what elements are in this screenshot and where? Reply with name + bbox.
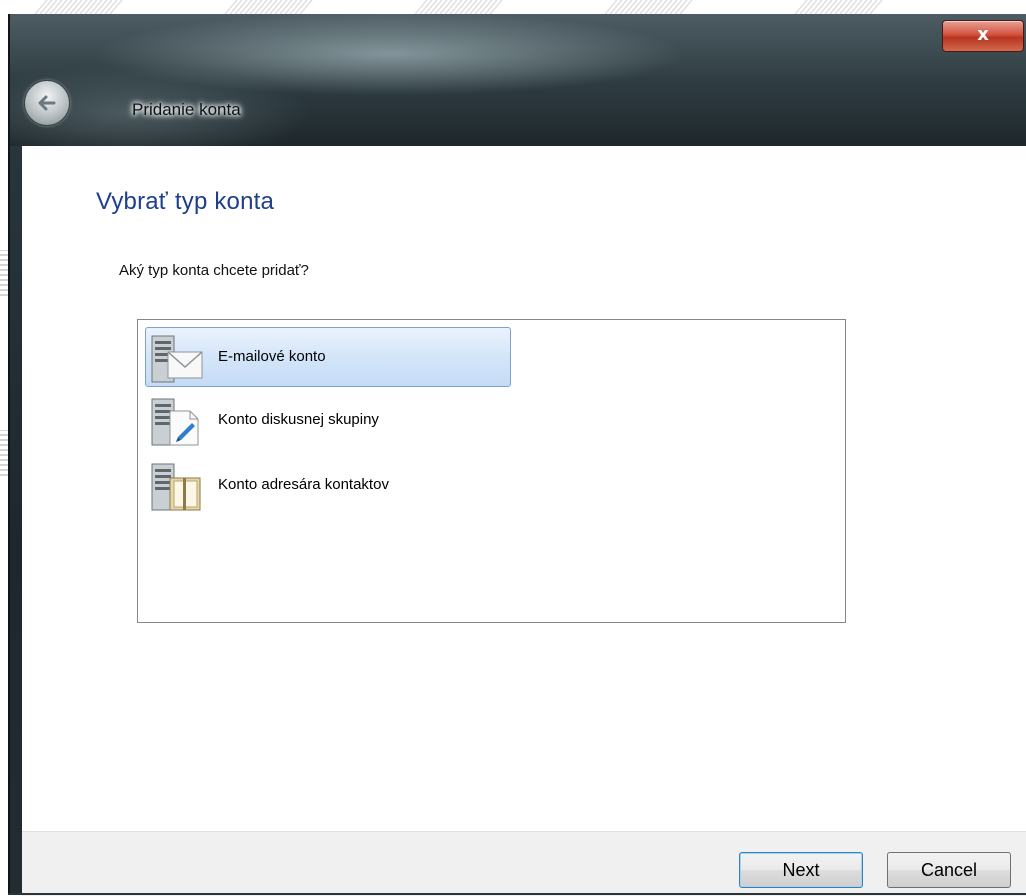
next-button[interactable]: Next <box>739 852 863 888</box>
close-icon: x <box>977 24 989 45</box>
directory-account-icon <box>151 463 201 511</box>
email-account-icon <box>151 335 203 383</box>
list-item-label: E-mailové konto <box>218 348 326 365</box>
back-arrow-icon <box>38 95 56 111</box>
cancel-button[interactable]: Cancel <box>887 852 1011 888</box>
list-item-label: Konto adresára kontaktov <box>218 476 389 493</box>
window-title: Pridanie konta <box>132 100 241 119</box>
watermark-stripe <box>414 0 506 14</box>
question-label: Aký typ konta chcete pridať? <box>119 262 309 279</box>
watermark-stripe <box>224 0 316 14</box>
watermark-stripe <box>34 0 126 14</box>
button-bar: Next Cancel <box>22 831 1026 896</box>
back-button[interactable] <box>24 80 70 126</box>
add-account-dialog: x Pridanie konta Vybrať typ konta Aký ty… <box>8 14 1026 896</box>
wizard-content: Vybrať typ konta Aký typ konta chcete pr… <box>22 146 1026 831</box>
list-item-label: Konto diskusnej skupiny <box>218 411 379 428</box>
account-type-list[interactable]: E-mailové konto Konto diskusnej skupiny <box>137 319 846 623</box>
watermark-stripe <box>794 0 886 14</box>
account-type-email[interactable]: E-mailové konto <box>145 327 511 387</box>
account-type-newsgroup[interactable]: Konto diskusnej skupiny <box>145 390 511 450</box>
page-title: Vybrať typ konta <box>96 188 275 215</box>
watermark-stripe <box>604 0 696 14</box>
close-button[interactable]: x <box>942 20 1024 52</box>
newsgroup-account-icon <box>151 398 199 446</box>
account-type-directory[interactable]: Konto adresára kontaktov <box>145 455 511 515</box>
title-bar: x Pridanie konta <box>10 14 1026 146</box>
